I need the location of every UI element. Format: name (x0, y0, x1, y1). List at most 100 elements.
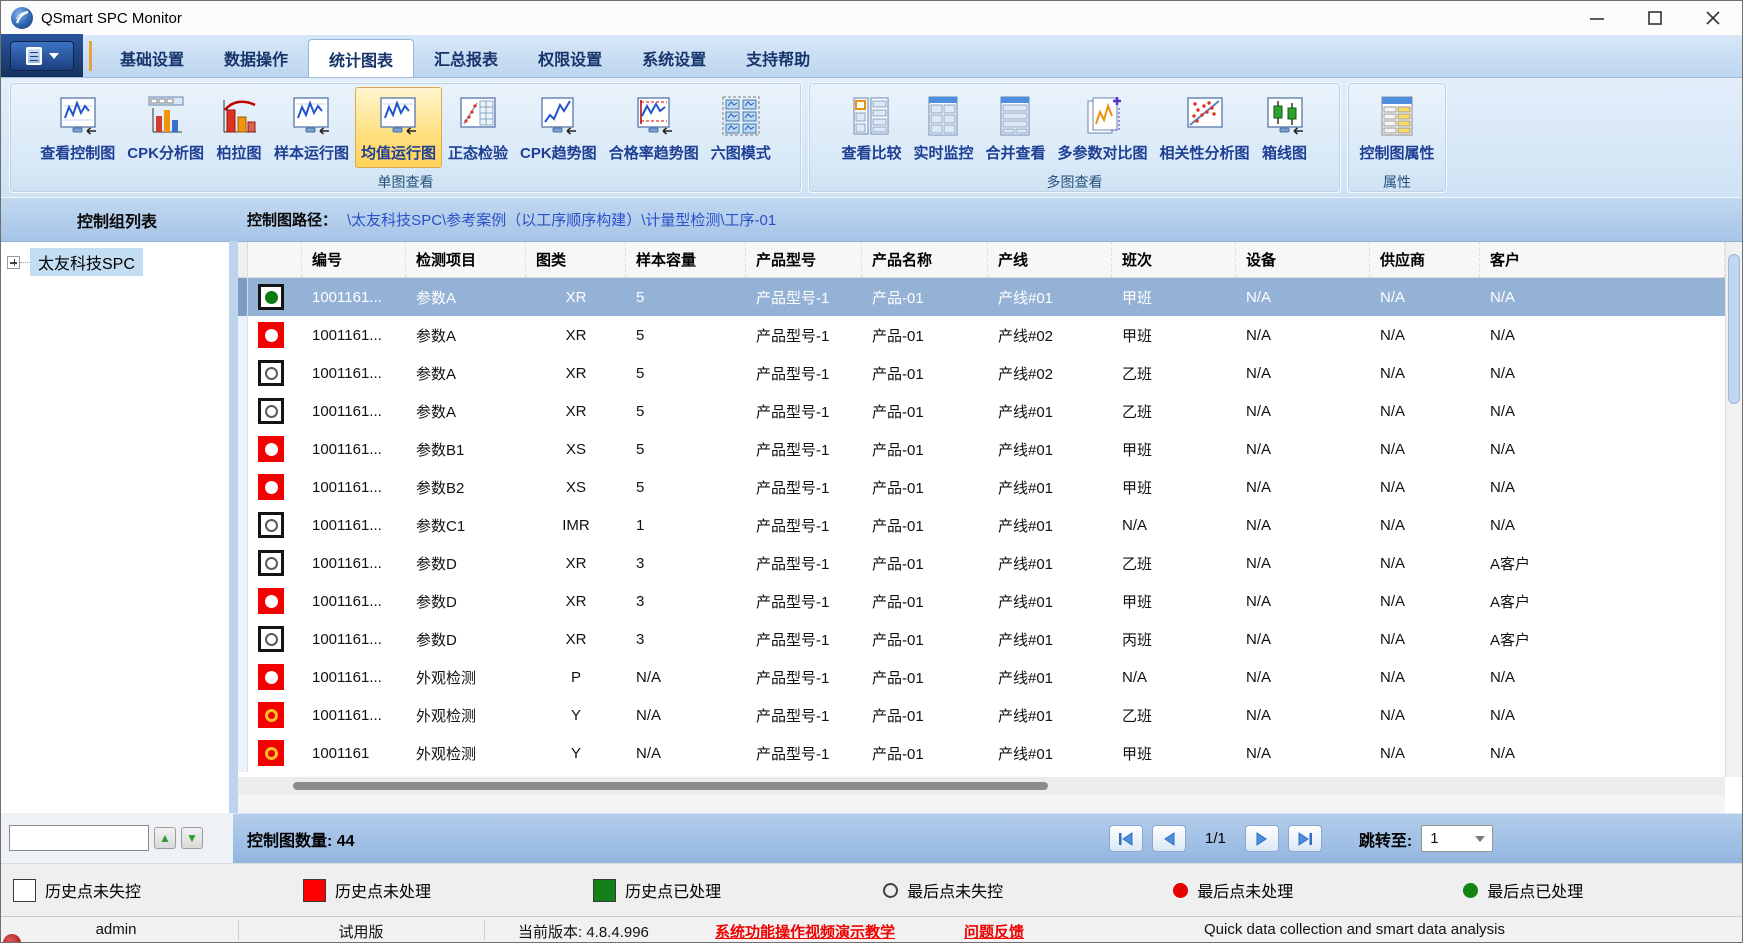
column-header-图类[interactable]: 图类 (526, 242, 626, 277)
cpk-analysis-icon (143, 93, 189, 139)
ribbon-button-多参数对比图[interactable]: 多参数对比图 (1052, 87, 1154, 168)
cell-产线: 产线#01 (988, 696, 1112, 734)
ribbon-button-查看控制图[interactable]: 查看控制图 (34, 87, 121, 168)
ribbon-button-CPK趋势图[interactable]: CPK趋势图 (514, 87, 603, 168)
menu-item-支持帮助[interactable]: 支持帮助 (726, 39, 830, 77)
menu-divider (89, 41, 92, 71)
panel-splitter[interactable] (229, 241, 238, 813)
horizontal-scrollbar[interactable] (238, 777, 1725, 795)
cell-班次: 甲班 (1112, 582, 1236, 620)
cell-班次: 甲班 (1112, 278, 1236, 316)
cell-产线: 产线#01 (988, 278, 1112, 316)
column-header-产品名称[interactable]: 产品名称 (862, 242, 988, 277)
column-header-status[interactable] (248, 242, 302, 277)
cell-客户: N/A (1480, 392, 1725, 430)
column-header-产线[interactable]: 产线 (988, 242, 1112, 277)
menu-item-统计图表[interactable]: 统计图表 (308, 39, 414, 77)
table-row[interactable]: 1001161...参数DXR3产品型号-1产品-01产线#01甲班N/AN/A… (238, 582, 1725, 620)
ribbon-button-正态检验[interactable]: 正态检验 (442, 87, 514, 168)
previous-page-button[interactable] (1152, 825, 1186, 852)
column-header-检测项目[interactable]: 检测项目 (406, 242, 526, 277)
jump-to-select[interactable]: 1 (1421, 825, 1493, 852)
column-header-设备[interactable]: 设备 (1236, 242, 1370, 277)
cell-产线: 产线#01 (988, 544, 1112, 582)
feedback-link[interactable]: 问题反馈 (964, 921, 1024, 942)
cell-产品型号: 产品型号-1 (746, 430, 862, 468)
table-row[interactable]: 1001161...外观检测PN/A产品型号-1产品-01产线#01N/AN/A… (238, 658, 1725, 696)
cell-设备: N/A (1236, 582, 1370, 620)
ribbon-button-控制图属性[interactable]: 控制图属性 (1353, 87, 1440, 168)
menu-item-基础设置[interactable]: 基础设置 (100, 39, 204, 77)
move-down-button[interactable]: ▼ (181, 827, 203, 849)
table-row[interactable]: 1001161...参数DXR3产品型号-1产品-01产线#01丙班N/AN/A… (238, 620, 1725, 658)
ribbon-button-合格率趋势图[interactable]: 合格率趋势图 (603, 87, 705, 168)
menu-item-汇总报表[interactable]: 汇总报表 (414, 39, 518, 77)
tree-root-label[interactable]: 太友科技SPC (30, 248, 143, 276)
first-page-button[interactable] (1109, 825, 1143, 852)
horizontal-scrollbar-thumb[interactable] (293, 782, 1048, 790)
ribbon-button-样本运行图[interactable]: 样本运行图 (268, 87, 355, 168)
legend-item-最后点已处理: 最后点已处理 (1451, 878, 1741, 902)
column-header-供应商[interactable]: 供应商 (1370, 242, 1480, 277)
last-page-button[interactable] (1288, 825, 1322, 852)
cell-设备: N/A (1236, 316, 1370, 354)
table-row[interactable]: 1001161...参数AXR5产品型号-1产品-01产线#01乙班N/AN/A… (238, 392, 1725, 430)
ribbon-button-六图模式[interactable]: 六图模式 (705, 87, 777, 168)
next-page-button[interactable] (1245, 825, 1279, 852)
menu-item-系统设置[interactable]: 系统设置 (622, 39, 726, 77)
ribbon-button-label: 查看比较 (841, 142, 901, 163)
cell-产品名称: 产品-01 (862, 582, 988, 620)
filter-input[interactable] (9, 825, 149, 851)
vertical-scrollbar[interactable] (1725, 242, 1742, 777)
chart-path-value[interactable]: \太友科技SPC\参考案例（以工序顺序构建）\计量型检测\工序-01 (347, 209, 776, 230)
menu-item-权限设置[interactable]: 权限设置 (518, 39, 622, 77)
control-group-list-title: 控制组列表 (1, 208, 233, 232)
view-control-chart-icon (55, 93, 101, 139)
cell-客户: N/A (1480, 316, 1725, 354)
table-row[interactable]: 1001161...参数AXR5产品型号-1产品-01产线#01甲班N/AN/A… (238, 278, 1725, 316)
close-button[interactable] (1684, 1, 1742, 35)
ribbon-button-均值运行图[interactable]: 均值运行图 (355, 87, 442, 168)
cell-供应商: N/A (1370, 734, 1480, 772)
vertical-scrollbar-thumb[interactable] (1728, 254, 1740, 404)
cell-样本容量: 1 (626, 506, 746, 544)
table-row[interactable]: 1001161...参数C1IMR1产品型号-1产品-01产线#01N/AN/A… (238, 506, 1725, 544)
cell-设备: N/A (1236, 354, 1370, 392)
table-row[interactable]: 1001161...参数B2XS5产品型号-1产品-01产线#01甲班N/AN/… (238, 468, 1725, 506)
tree-expander-icon[interactable] (7, 256, 20, 269)
table-row[interactable]: 1001161...外观检测YN/A产品型号-1产品-01产线#01乙班N/AN… (238, 696, 1725, 734)
table-row[interactable]: 1001161外观检测YN/A产品型号-1产品-01产线#01甲班N/AN/AN… (238, 734, 1725, 772)
column-header-产品型号[interactable]: 产品型号 (746, 242, 862, 277)
column-header-编号[interactable]: 编号 (302, 242, 406, 277)
ribbon-button-合并查看[interactable]: 合并查看 (979, 87, 1051, 168)
tree-item-root[interactable]: 太友科技SPC (7, 248, 229, 276)
table-row[interactable]: 1001161...参数AXR5产品型号-1产品-01产线#02乙班N/AN/A… (238, 354, 1725, 392)
table-row[interactable]: 1001161...参数DXR3产品型号-1产品-01产线#01乙班N/AN/A… (238, 544, 1725, 582)
legend-item-最后点未处理: 最后点未处理 (1161, 878, 1451, 902)
app-menu-button[interactable] (10, 41, 74, 71)
maximize-button[interactable] (1626, 1, 1684, 35)
cell-编号: 1001161... (302, 316, 406, 354)
cell-样本容量: 5 (626, 468, 746, 506)
ribbon-button-实时监控[interactable]: 实时监控 (907, 87, 979, 168)
ribbon-button-查看比较[interactable]: 查看比较 (835, 87, 907, 168)
video-tutorial-link[interactable]: 系统功能操作视频演示教学 (715, 921, 895, 942)
menu-item-数据操作[interactable]: 数据操作 (204, 39, 308, 77)
cell-产品型号: 产品型号-1 (746, 468, 862, 506)
ribbon-button-柏拉图[interactable]: 柏拉图 (210, 87, 268, 168)
column-header-班次[interactable]: 班次 (1112, 242, 1236, 277)
table-row[interactable]: 1001161...参数AXR5产品型号-1产品-01产线#02甲班N/AN/A… (238, 316, 1725, 354)
column-header-样本容量[interactable]: 样本容量 (626, 242, 746, 277)
move-up-button[interactable]: ▲ (154, 827, 176, 849)
cell-编号: 1001161... (302, 658, 406, 696)
cell-产品名称: 产品-01 (862, 278, 988, 316)
ribbon-button-箱线图[interactable]: 箱线图 (1256, 87, 1314, 168)
minimize-button[interactable] (1568, 1, 1626, 35)
cell-产品名称: 产品-01 (862, 734, 988, 772)
ribbon-button-CPK分析图[interactable]: CPK分析图 (121, 87, 210, 168)
cell-产品型号: 产品型号-1 (746, 392, 862, 430)
status-white-square-outline-dot-icon (258, 360, 284, 386)
column-header-客户[interactable]: 客户 (1480, 242, 1725, 277)
table-row[interactable]: 1001161...参数B1XS5产品型号-1产品-01产线#01甲班N/AN/… (238, 430, 1725, 468)
ribbon-button-相关性分析图[interactable]: 相关性分析图 (1154, 87, 1256, 168)
